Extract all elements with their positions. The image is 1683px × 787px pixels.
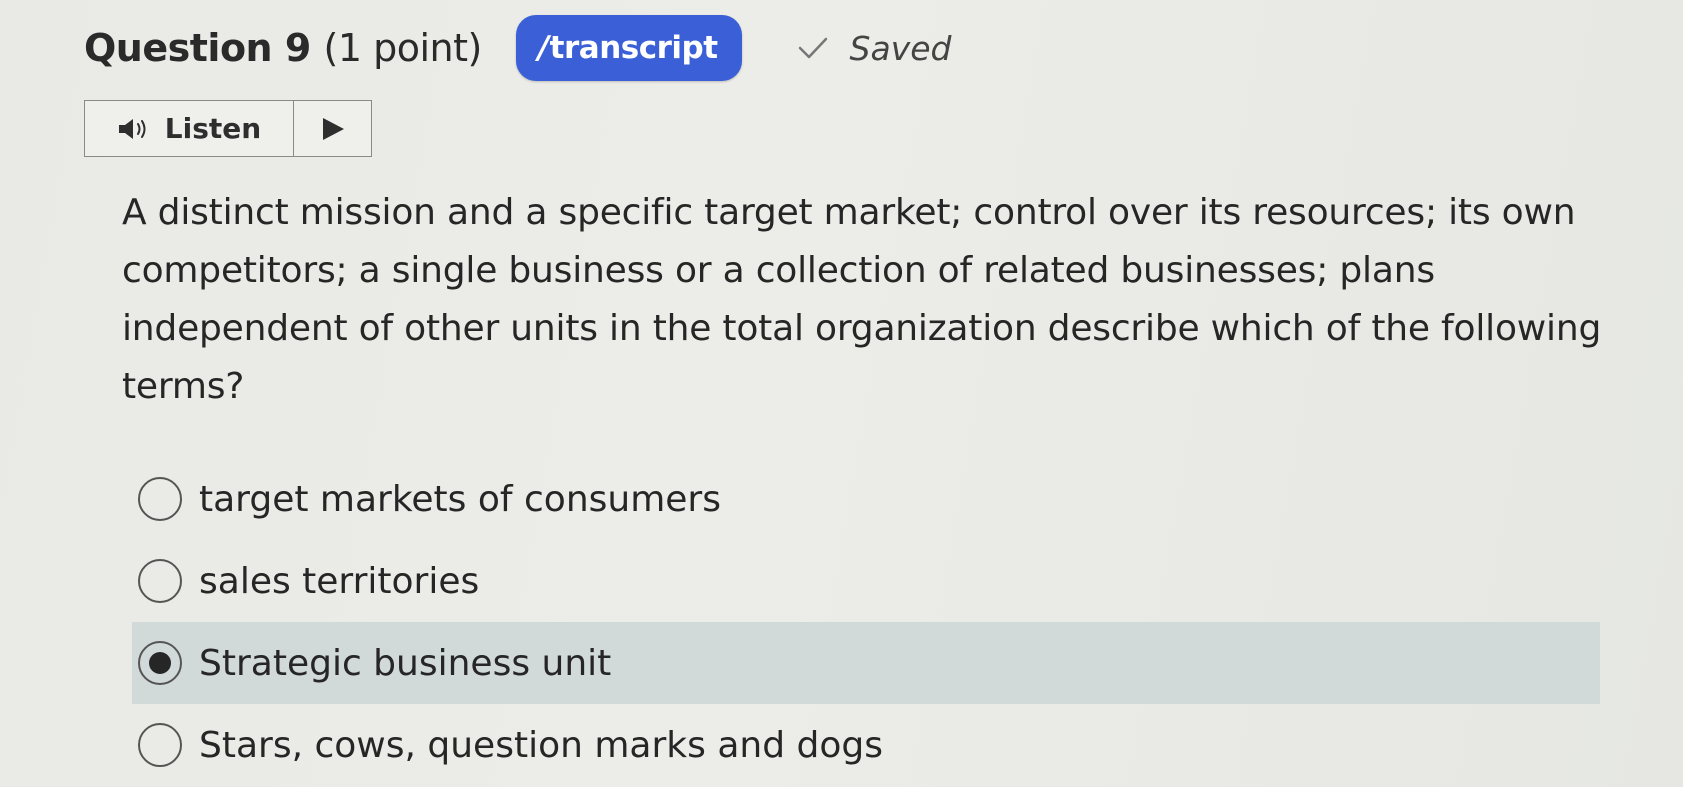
radio-button[interactable] [138,477,182,521]
answer-option-label: Strategic business unit [199,642,612,684]
question-points: (1 point) [323,26,483,70]
play-button[interactable] [294,101,371,156]
play-icon [322,117,344,140]
saved-label: Saved [849,28,952,68]
speaker-icon [118,118,146,139]
question-title: Question 9 (1 point) [84,26,482,70]
transcript-logo-icon: / [537,30,549,66]
transcript-button[interactable]: / transcript [515,15,742,81]
radio-button-selected[interactable] [138,641,182,685]
answer-options: target markets of consumers sales territ… [132,458,1600,786]
listen-widget: Listen [84,100,372,157]
transcript-label: transcript [549,30,718,66]
radio-button[interactable] [138,559,182,603]
answer-option-selected[interactable]: Strategic business unit [132,622,1600,704]
radio-button[interactable] [138,723,182,767]
checkmark-icon [798,37,827,59]
question-number: Question 9 [84,26,311,70]
listen-label: Listen [164,112,262,145]
listen-button[interactable]: Listen [85,101,294,156]
saved-status: Saved [798,28,952,68]
answer-option[interactable]: target markets of consumers [132,458,1600,540]
question-text: A distinct mission and a specific target… [122,192,1602,407]
question-header: Question 9 (1 point) / transcript Saved [84,14,951,82]
answer-option[interactable]: sales territories [132,540,1600,622]
radio-selected-dot [149,652,171,674]
answer-option-label: sales territories [199,560,480,602]
answer-option-label: Stars, cows, question marks and dogs [199,724,883,766]
answer-option[interactable]: Stars, cows, question marks and dogs [132,704,1600,786]
answer-option-label: target markets of consumers [199,478,721,520]
